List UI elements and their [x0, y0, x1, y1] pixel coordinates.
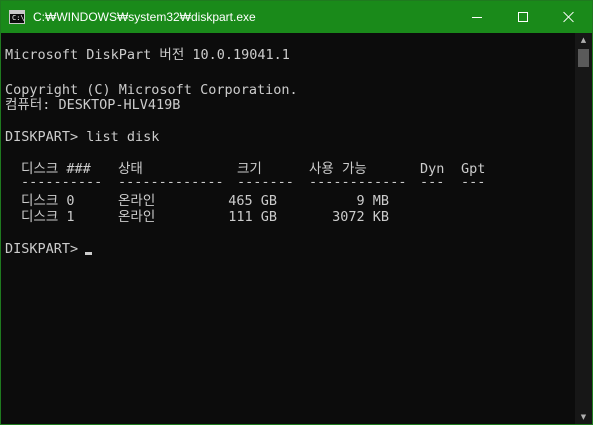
copyright-line: Copyright (C) Microsoft Corporation.: [5, 82, 298, 98]
command-line: DISKPART> list disk: [5, 129, 160, 145]
close-icon: [563, 11, 575, 23]
separator: ---: [461, 174, 486, 190]
disk-size-cell: 111 GB: [228, 209, 277, 225]
separator: -------: [237, 174, 294, 190]
vertical-scrollbar[interactable]: ▲ ▼: [575, 33, 592, 424]
separator: ------------: [309, 174, 407, 190]
minimize-button[interactable]: [454, 1, 500, 33]
disk-size-cell: 465 GB: [228, 193, 277, 209]
scroll-down-arrow-icon[interactable]: ▼: [575, 410, 592, 424]
window-title: C:₩WINDOWS₩system32₩diskpart.exe: [33, 10, 256, 24]
title-bar[interactable]: C:\ C:₩WINDOWS₩system32₩diskpart.exe: [1, 1, 592, 33]
disk-name-cell: 디스크 1: [21, 209, 75, 225]
input-prompt: DISKPART>: [5, 241, 87, 257]
separator: ----------: [21, 174, 103, 190]
disk-free-cell: 3072 KB: [332, 209, 389, 225]
console-icon: C:\: [9, 10, 25, 24]
disk-status-cell: 온라인: [118, 193, 156, 209]
text-cursor: [85, 252, 92, 255]
disk-status-cell: 온라인: [118, 209, 156, 225]
scroll-up-arrow-icon[interactable]: ▲: [575, 33, 592, 47]
scroll-thumb[interactable]: [578, 49, 589, 67]
version-banner: Microsoft DiskPart 버전 10.0.19041.1: [5, 47, 290, 63]
separator: ---: [420, 174, 445, 190]
disk-free-cell: 9 MB: [356, 193, 389, 209]
minimize-icon: [472, 17, 482, 18]
maximize-button[interactable]: [500, 1, 546, 33]
console-window: C:\ C:₩WINDOWS₩system32₩diskpart.exe Mic…: [0, 0, 593, 425]
separator: -------------: [118, 174, 224, 190]
maximize-icon: [518, 12, 528, 22]
disk-name-cell: 디스크 0: [21, 193, 75, 209]
close-button[interactable]: [546, 1, 592, 33]
console-output[interactable]: Microsoft DiskPart 버전 10.0.19041.1 Copyr…: [1, 33, 575, 424]
computer-name-line: 컴퓨터: DESKTOP-HLV419B: [5, 97, 181, 113]
